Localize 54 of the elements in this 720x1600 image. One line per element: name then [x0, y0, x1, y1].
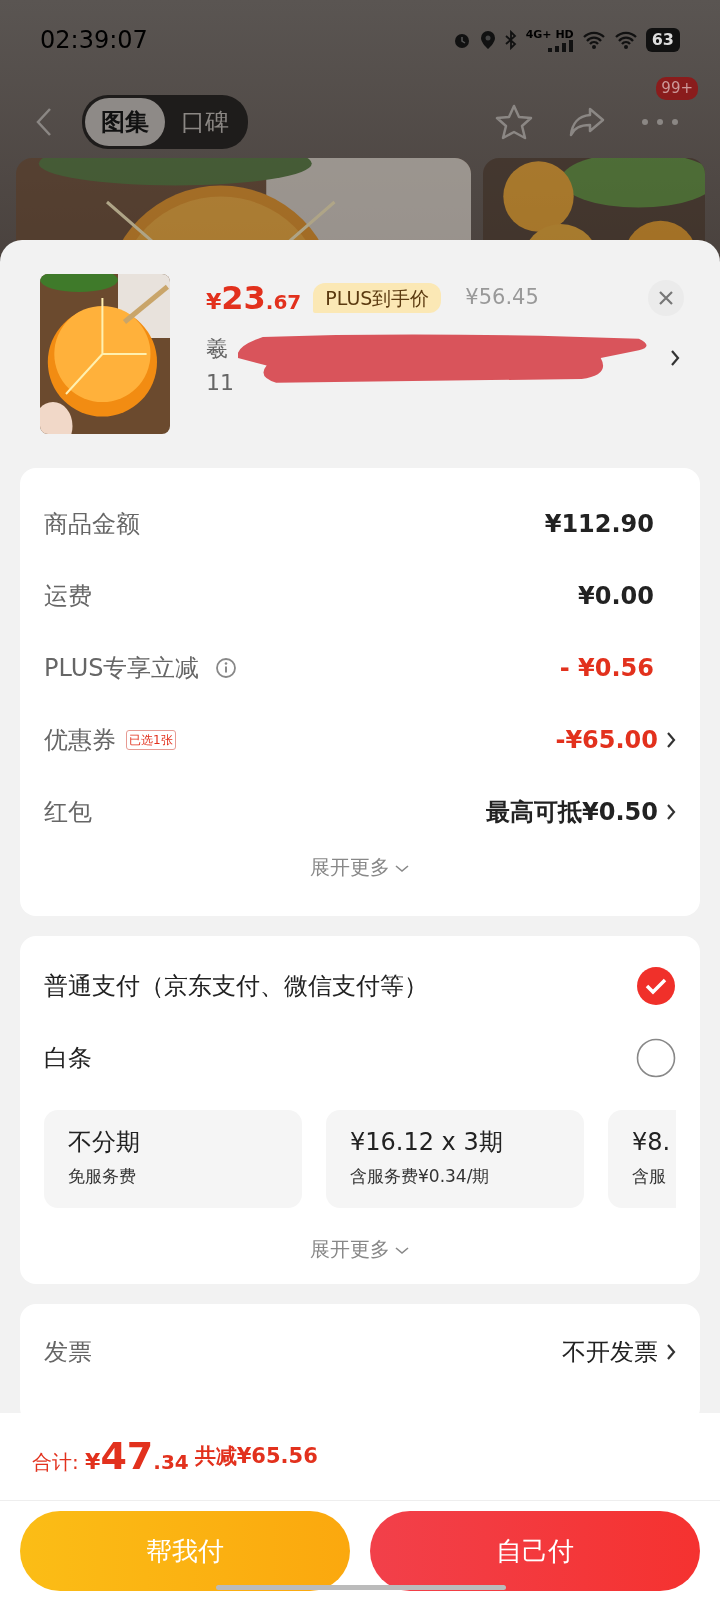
payment-option[interactable]: 白条 [44, 1040, 92, 1076]
wifi-icon [613, 30, 638, 50]
location-icon [479, 30, 496, 50]
chevron-right-icon [666, 1343, 676, 1361]
row-value: ¥112.90 [544, 509, 654, 540]
row-label: 运费 [44, 581, 92, 612]
chevron-down-icon [394, 1245, 410, 1256]
invoice-value[interactable]: 不开发票 [562, 1334, 658, 1370]
expand-more-link[interactable]: 展开更多 [310, 855, 390, 879]
close-icon [658, 290, 674, 306]
installment-option[interactable]: 不分期 免服务费 [44, 1110, 302, 1208]
plus-price: ¥23.67 [206, 278, 302, 319]
radio-checked-icon[interactable] [636, 966, 676, 1006]
radio-button[interactable] [636, 1038, 676, 1078]
plus-price-tag: PLUS到手价 [313, 282, 442, 314]
row-label: 优惠券 [44, 725, 116, 756]
chevron-down-icon [394, 863, 410, 874]
installment-option[interactable]: ¥8. 含服 [608, 1110, 676, 1208]
wifi-icon [581, 30, 606, 50]
original-price: ¥56.45 [465, 284, 539, 312]
chevron-right-icon [666, 803, 676, 821]
row-value: ¥0.00 [578, 581, 654, 612]
expand-more-link[interactable]: 展开更多 [310, 1237, 390, 1261]
pay-button[interactable]: 自己付 [370, 1511, 700, 1591]
row-value: - ¥0.56 [559, 653, 654, 684]
bluetooth-icon [503, 30, 518, 50]
product-title: 羲 [206, 336, 228, 361]
row-label: 商品金额 [44, 509, 140, 540]
notification-count: 99+ [656, 77, 698, 100]
share-icon[interactable] [568, 106, 606, 138]
order-total: 合计: ¥47.34 [32, 1433, 189, 1480]
view-tab[interactable]: 图集 [85, 98, 165, 146]
total-discount: 共减¥65.56 [194, 1442, 318, 1470]
battery-level: 63 [645, 28, 680, 52]
status-time: 02:39:07 [40, 25, 148, 56]
row-value[interactable]: 最高可抵¥0.50 [486, 794, 658, 830]
chevron-right-icon [670, 349, 680, 367]
signal-icon [547, 39, 574, 52]
more-icon[interactable] [640, 117, 680, 127]
coupon-tag: 已选1张 [126, 730, 176, 750]
installment-option[interactable]: ¥16.12 x 3期 含服务费¥0.34/期 [326, 1110, 584, 1208]
star-icon[interactable] [494, 103, 534, 141]
product-title: 11 [206, 369, 234, 397]
network-type: 4G+ HD [525, 28, 574, 40]
row-label: PLUS专享立减 [44, 653, 200, 684]
payment-option[interactable]: 普通支付（京东支付、微信支付等） [44, 968, 428, 1004]
chevron-right-icon [666, 731, 676, 749]
close-button[interactable] [648, 280, 684, 316]
invoice-label: 发票 [44, 1337, 92, 1368]
info-icon[interactable] [215, 657, 238, 679]
back-icon[interactable] [36, 107, 52, 137]
row-label: 红包 [44, 797, 92, 828]
view-tab[interactable]: 口碑 [165, 98, 245, 146]
row-value[interactable]: -¥65.00 [555, 722, 658, 758]
